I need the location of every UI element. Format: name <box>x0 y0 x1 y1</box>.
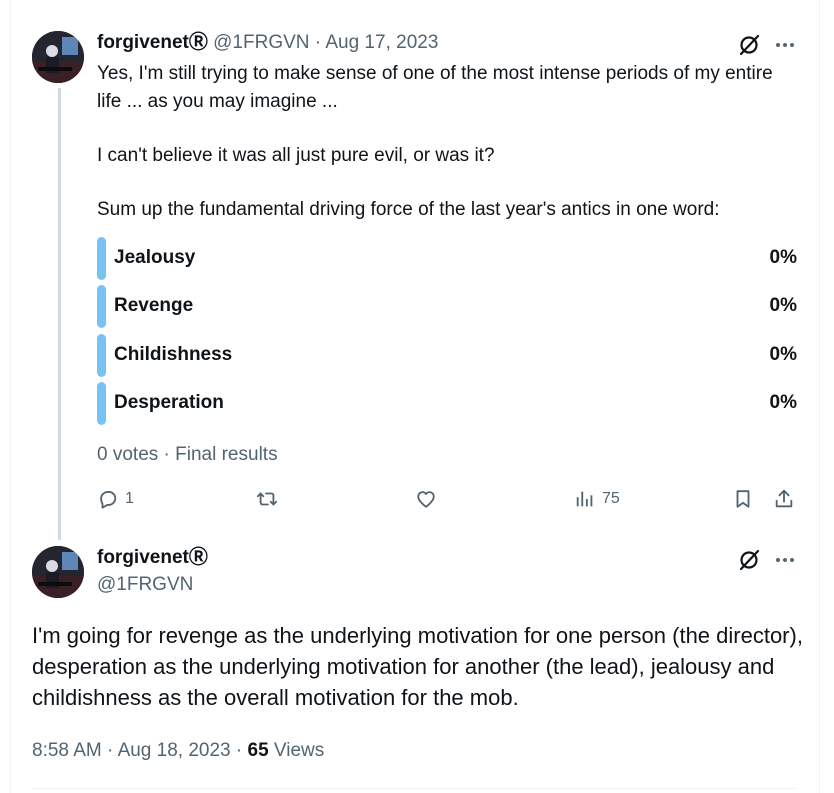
avatar[interactable] <box>32 31 84 83</box>
reply-timestamp: 8:58 AM · Aug 18, 2023 · 65 Views <box>32 740 325 761</box>
handle[interactable]: @1FRGVN <box>213 32 309 53</box>
poll-bar <box>97 285 106 328</box>
poll-option-label: Desperation <box>114 392 224 413</box>
tweet-header: forgivenetⓇ @1FRGVN · Aug 17, 2023 <box>97 31 438 55</box>
retweet-icon <box>256 492 278 506</box>
poll-option-percent: 0% <box>769 247 797 268</box>
reply-display-name-row: forgivenetⓇ <box>97 546 208 570</box>
poll-bar <box>97 382 106 425</box>
views-icon <box>576 491 593 507</box>
poll-option: Revenge 0% <box>97 285 797 328</box>
reply-count: 1 <box>125 490 134 507</box>
like-button[interactable] <box>415 486 437 512</box>
poll-option: Childishness 0% <box>97 334 797 377</box>
retweet-button[interactable] <box>256 486 278 512</box>
views-count: 75 <box>602 490 620 507</box>
poll-option-label: Childishness <box>114 344 233 365</box>
reply-text: I'm going for revenge as the underlying … <box>32 623 803 710</box>
thread-line <box>58 88 61 540</box>
poll-option-percent: 0% <box>769 344 797 365</box>
poll-bar <box>97 237 106 280</box>
more-icon[interactable] <box>772 547 798 573</box>
poll-bar <box>97 334 106 377</box>
like-icon <box>417 491 435 508</box>
share-button[interactable] <box>773 486 795 512</box>
handle[interactable]: @1FRGVN <box>97 574 193 595</box>
poll-meta: 0 votes · Final results <box>97 444 278 465</box>
grok-icon[interactable] <box>736 547 762 573</box>
display-name[interactable]: forgivenetⓇ <box>97 32 208 53</box>
separator: · <box>314 32 322 53</box>
reply-views-count: 65 <box>247 740 269 761</box>
poll-option-percent: 0% <box>769 295 797 316</box>
bookmark-icon <box>736 490 750 508</box>
reply-date[interactable]: Aug 18, 2023 <box>118 740 231 761</box>
bookmark-button[interactable] <box>732 486 754 512</box>
reply-time[interactable]: 8:58 AM <box>32 740 102 761</box>
display-name[interactable]: forgivenetⓇ <box>97 547 208 568</box>
views-button[interactable]: 75 <box>574 486 620 512</box>
reply-button[interactable]: 1 <box>97 486 134 512</box>
divider <box>32 788 796 789</box>
reply-icon <box>100 491 117 509</box>
tweet-paragraph-3: Sum up the fundamental driving force of … <box>97 199 720 220</box>
poll-option-percent: 0% <box>769 392 797 413</box>
tweet-paragraph-2: I can't believe it was all just pure evi… <box>97 145 495 166</box>
poll-option: Jealousy 0% <box>97 237 797 280</box>
tweet-date[interactable]: Aug 17, 2023 <box>325 32 438 53</box>
more-icon[interactable] <box>772 32 798 58</box>
poll-option-label: Revenge <box>114 295 194 316</box>
reply-views-label: Views <box>273 740 325 761</box>
share-icon <box>775 489 793 508</box>
poll-option-label: Jealousy <box>114 247 196 268</box>
tweet-text: Yes, I'm still trying to make sense of o… <box>97 60 797 224</box>
tweet-paragraph-1: Yes, I'm still trying to make sense of o… <box>97 63 773 112</box>
grok-icon[interactable] <box>736 32 762 58</box>
poll-option: Desperation 0% <box>97 382 797 425</box>
reply-handle-row: @1FRGVN <box>97 573 193 597</box>
avatar[interactable] <box>32 546 84 598</box>
